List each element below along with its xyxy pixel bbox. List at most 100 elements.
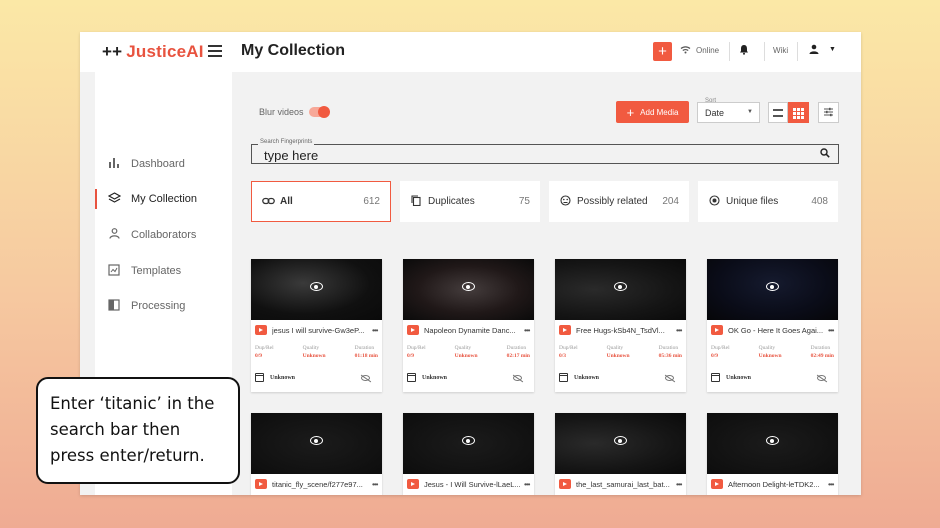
video-thumbnail[interactable] xyxy=(555,259,686,320)
search-icon[interactable] xyxy=(820,148,830,161)
calendar-icon xyxy=(559,373,568,382)
video-thumbnail[interactable] xyxy=(403,413,534,474)
video-thumbnail[interactable] xyxy=(555,413,686,474)
video-title[interactable]: Napoleon Dynamite Danc... xyxy=(424,326,520,335)
eye-icon[interactable] xyxy=(310,436,323,445)
bell-icon[interactable] xyxy=(739,44,749,58)
wiki-link[interactable]: Wiki xyxy=(773,46,788,55)
online-status: Online xyxy=(680,45,719,56)
filter-settings-button[interactable] xyxy=(818,102,839,123)
sidebar-item-label: Dashboard xyxy=(131,158,185,170)
video-thumbnail[interactable] xyxy=(251,413,382,474)
video-title[interactable]: the_last_samurai_last_bat... xyxy=(576,480,672,489)
eye-icon[interactable] xyxy=(462,436,475,445)
stat-value: Unknown xyxy=(758,353,782,359)
video-title[interactable]: titanic_fly_scene/f277e97... xyxy=(272,480,368,489)
stat-label: Duration xyxy=(354,345,375,351)
eye-icon[interactable] xyxy=(614,436,627,445)
video-title[interactable]: OK Go - Here It Goes Agai... xyxy=(728,326,824,335)
sidebar-item-templates[interactable]: Templates xyxy=(95,259,232,283)
video-thumbnail[interactable] xyxy=(403,259,534,320)
eye-off-icon[interactable] xyxy=(361,374,370,381)
eye-icon[interactable] xyxy=(310,282,323,291)
more-icon[interactable]: ••• xyxy=(372,326,378,335)
video-title[interactable]: Free Hugs-kSb4N_TsdVl... xyxy=(576,326,672,335)
eye-icon[interactable] xyxy=(462,282,475,291)
video-card[interactable]: Free Hugs-kSb4N_TsdVl... ••• Dup/Rel 0/3 Q… xyxy=(555,259,686,392)
filter-count: 75 xyxy=(518,196,530,207)
sort-select[interactable]: Date ▼ xyxy=(697,102,760,123)
video-card[interactable]: Jesus - I Will Survive-lLaeL... ••• xyxy=(403,413,534,495)
video-icon xyxy=(255,325,267,335)
filter-unique-files[interactable]: Unique files 408 xyxy=(698,181,838,222)
eye-icon[interactable] xyxy=(766,436,779,445)
filter-possibly-related[interactable]: Possibly related 204 xyxy=(549,181,689,222)
filter-label: Duplicates xyxy=(428,196,475,207)
more-icon[interactable]: ••• xyxy=(524,326,530,335)
video-title[interactable]: Jesus - I Will Survive-lLaeL... xyxy=(424,480,520,489)
calendar-icon xyxy=(255,373,264,382)
more-icon[interactable]: ••• xyxy=(828,480,834,489)
video-thumbnail[interactable] xyxy=(707,259,838,320)
sidebar-item-processing[interactable]: Processing xyxy=(95,294,232,318)
search-input[interactable] xyxy=(264,148,804,162)
video-thumbnail[interactable] xyxy=(707,413,838,474)
video-card[interactable]: the_last_samurai_last_bat... ••• xyxy=(555,413,686,495)
search-bar[interactable]: Search Fingerprints xyxy=(251,139,839,164)
menu-icon[interactable] xyxy=(208,45,222,57)
logo-text: JusticeAI xyxy=(126,42,204,61)
more-icon[interactable]: ••• xyxy=(676,480,682,489)
chevron-down-icon[interactable]: ▼ xyxy=(829,46,836,53)
sidebar-item-dashboard[interactable]: Dashboard xyxy=(95,152,232,176)
video-card[interactable]: titanic_fly_scene/f277e97... ••• xyxy=(251,413,382,495)
grid-view-button[interactable] xyxy=(788,102,809,123)
calendar-icon xyxy=(711,373,720,382)
more-icon[interactable]: ••• xyxy=(524,480,530,489)
video-date: Unknown xyxy=(574,374,600,381)
blur-videos-toggle[interactable] xyxy=(309,106,330,118)
filter-all[interactable]: All 612 xyxy=(251,181,391,222)
user-icon[interactable] xyxy=(809,44,819,57)
add-button[interactable]: + xyxy=(653,42,672,61)
stat-value: 02:49 min xyxy=(810,353,834,359)
more-icon[interactable]: ••• xyxy=(676,326,682,335)
video-icon xyxy=(407,479,419,489)
eye-icon[interactable] xyxy=(766,282,779,291)
eye-off-icon[interactable] xyxy=(513,374,522,381)
filter-duplicates[interactable]: Duplicates 75 xyxy=(400,181,540,222)
video-card[interactable]: jesus I will survive-Gw3eP... ••• Dup/Rel… xyxy=(251,259,382,392)
more-icon[interactable]: ••• xyxy=(828,326,834,335)
sidebar-item-collaborators[interactable]: Collaborators xyxy=(95,223,232,247)
sidebar-item-label: Collaborators xyxy=(131,229,197,241)
sidebar-item-label: Templates xyxy=(131,265,182,277)
filter-count: 408 xyxy=(811,196,828,207)
video-date: Unknown xyxy=(270,374,296,381)
video-thumbnail[interactable] xyxy=(251,259,382,320)
more-icon[interactable]: ••• xyxy=(372,480,378,489)
video-card[interactable]: OK Go - Here It Goes Agai... ••• Dup/Rel 0… xyxy=(707,259,838,392)
instruction-callout: Enter ‘titanic’ in the search bar then p… xyxy=(36,377,240,484)
video-title[interactable]: Afternoon Delight-leTDK2... xyxy=(728,480,824,489)
video-title[interactable]: jesus I will survive-Gw3eP... xyxy=(272,326,368,335)
stat-value: 02:17 min xyxy=(506,353,530,359)
video-icon xyxy=(711,479,723,489)
sort-value: Date xyxy=(705,108,725,118)
copy-icon xyxy=(410,194,422,209)
video-icon xyxy=(407,325,419,335)
logo[interactable]: ++ JusticeAI xyxy=(102,42,204,62)
video-card[interactable]: Napoleon Dynamite Danc... ••• Dup/Rel 0/9 … xyxy=(403,259,534,392)
eye-off-icon[interactable] xyxy=(817,374,826,381)
stat-value: Unknown xyxy=(454,353,478,359)
stat-label: Duration xyxy=(810,345,831,351)
stat-value: 0/9 xyxy=(407,353,415,359)
list-view-button[interactable] xyxy=(768,102,788,123)
stat-label: Dup/Rel xyxy=(559,345,578,351)
sidebar-item-my-collection[interactable]: My Collection xyxy=(95,187,232,211)
eye-off-icon[interactable] xyxy=(665,374,674,381)
video-card[interactable]: Afternoon Delight-leTDK2... ••• xyxy=(707,413,838,495)
filter-label: All xyxy=(280,196,293,207)
add-media-button[interactable]: + Add Media xyxy=(616,101,689,123)
eye-icon[interactable] xyxy=(614,282,627,291)
stat-label: Dup/Rel xyxy=(407,345,426,351)
chevron-down-icon: ▼ xyxy=(747,109,753,115)
